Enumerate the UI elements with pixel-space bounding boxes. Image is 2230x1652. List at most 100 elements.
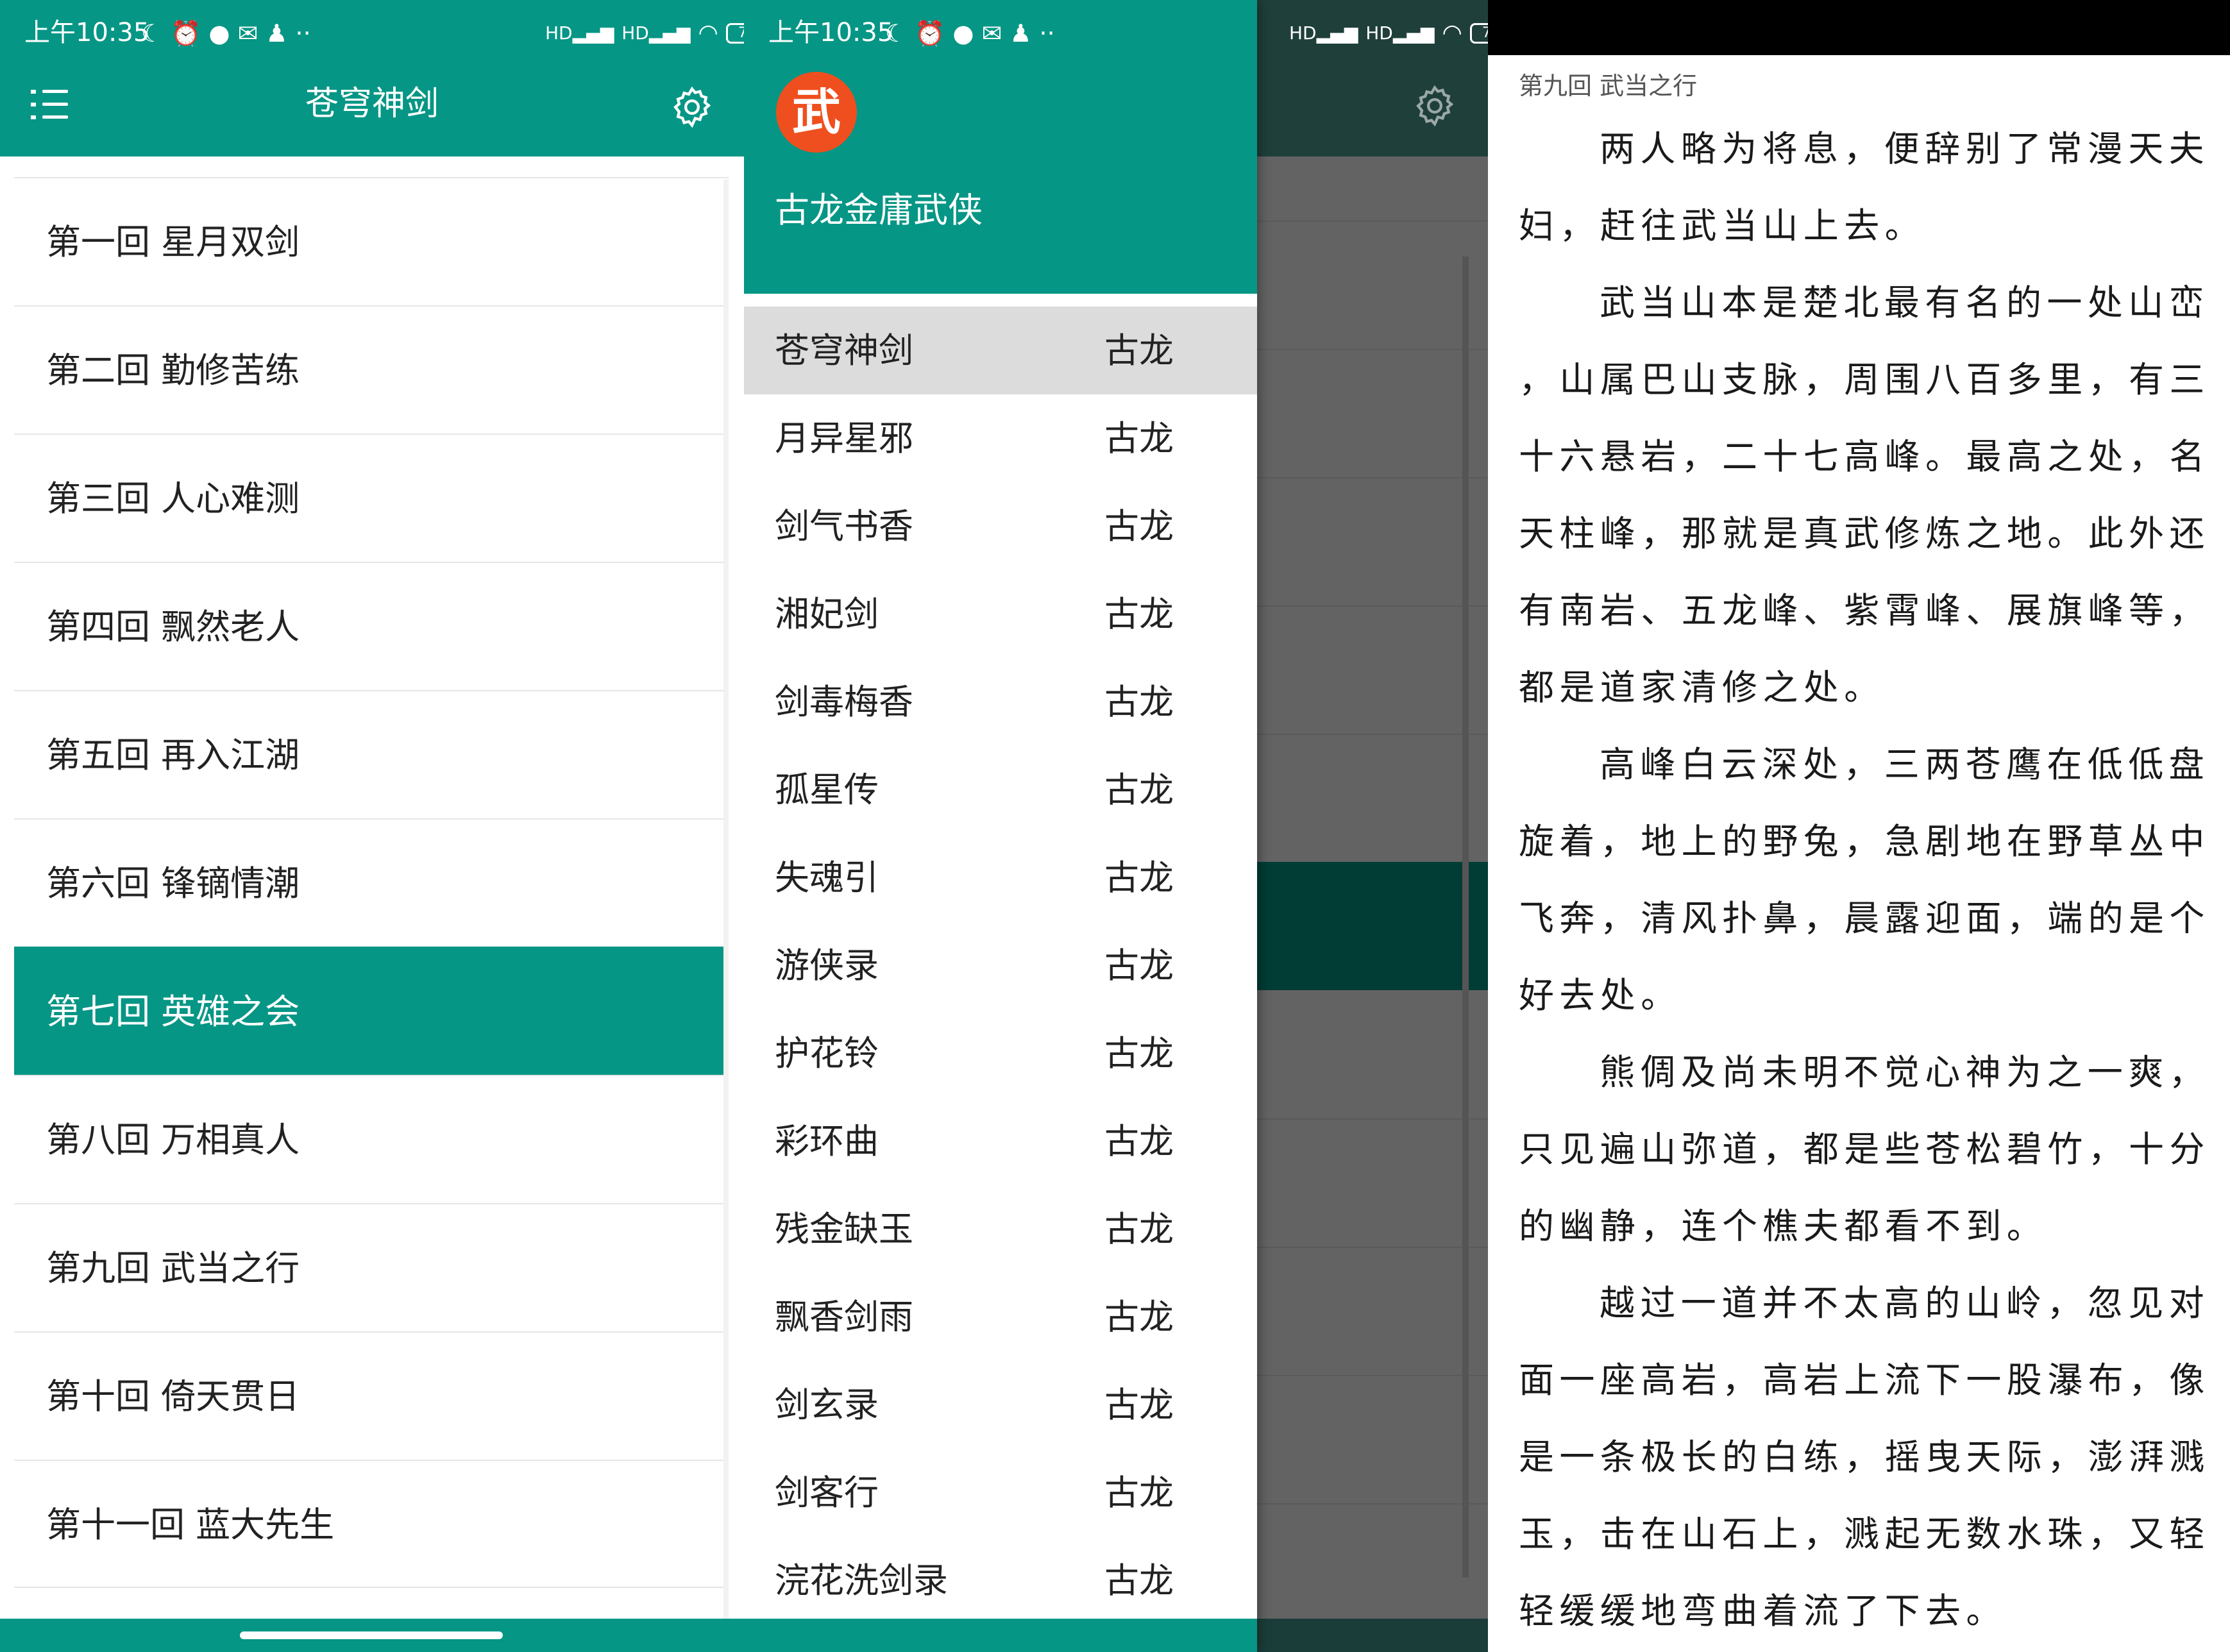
chapter-label: 第十回 倚天贯日 — [46, 1376, 300, 1417]
settings-gear-icon[interactable] — [668, 83, 716, 131]
signal-label: HD — [621, 22, 649, 44]
drawer-category-title: 古龙金庸武侠 — [775, 190, 983, 230]
chapter-item[interactable]: 第一回 星月双剑 — [14, 177, 729, 305]
signal-icon-2: HD▂▄▆ — [1365, 22, 1435, 44]
chapter-label: 第四回 飘然老人 — [46, 607, 300, 647]
signal-icon-1: HD▂▄▆ — [1289, 22, 1358, 44]
book-author: 古龙 — [1104, 770, 1174, 810]
chapter-label: 第十一回 蓝大先生 — [46, 1504, 335, 1545]
chapter-item[interactable]: 第十一回 蓝大先生 — [14, 1460, 729, 1588]
book-title: 剑毒梅香 — [775, 682, 913, 722]
text-line: 高峰白云深处，三两苍鹰在低低盘 — [1600, 744, 2210, 785]
book-item[interactable]: 浣花洗剑录 古龙 — [744, 1537, 1257, 1624]
chapter-label: 第一回 星月双剑 — [46, 222, 300, 262]
book-title: 剑玄录 — [775, 1385, 879, 1425]
book-author: 古龙 — [1104, 682, 1174, 722]
wifi-icon: ◠ — [1442, 20, 1462, 46]
book-title: 剑客行 — [775, 1472, 879, 1513]
chapter-label: 第二回 勤修苦练 — [46, 350, 300, 391]
book-item[interactable]: 游侠录 古龙 — [744, 922, 1257, 1009]
signal-icon-2: HD▂▄▆ — [621, 22, 691, 44]
book-item-selected[interactable]: 苍穹神剑 古龙 — [744, 307, 1257, 394]
moon-icon: ☾ — [141, 19, 164, 47]
text-line: 十六悬岩，二十七高峰。最高之处，名 — [1519, 436, 2210, 477]
home-indicator[interactable] — [240, 1631, 503, 1639]
book-item[interactable]: 失魂引 古龙 — [744, 834, 1257, 922]
book-title: 游侠录 — [775, 945, 879, 986]
text-line: 越过一道并不太高的山岭，忽见对 — [1600, 1283, 2210, 1324]
text-line: 面一座高岩，高岩上流下一股瀑布，像 — [1519, 1360, 2210, 1401]
book-item[interactable]: 月异星邪 古龙 — [744, 394, 1257, 482]
signal-label: HD — [1289, 22, 1317, 44]
book-author: 古龙 — [1104, 1209, 1174, 1249]
chapter-list-screen: 上午10:35 ☾ ⏰ ● ✉ ♟ ·· HD▂▄▆ HD▂▄▆ ◠ 72 苍穹… — [0, 0, 744, 1652]
text-line: 熊倜及尚未明不觉心神为之一爽， — [1600, 1052, 2210, 1093]
chapter-item-selected[interactable]: 第七回 英雄之会 — [14, 947, 729, 1075]
scrollbar — [1462, 257, 1469, 1578]
text-line: 都是道家清修之处。 — [1519, 667, 1885, 708]
chapter-item[interactable]: 第九回 武当之行 — [14, 1203, 729, 1331]
signal-label: HD — [1365, 22, 1393, 44]
book-item[interactable]: 剑毒梅香 古龙 — [744, 658, 1257, 746]
text-line: 的幽静，连个樵夫都看不到。 — [1519, 1206, 2048, 1247]
chapter-item[interactable]: 第八回 万相真人 — [14, 1075, 729, 1203]
book-title: 护花铃 — [775, 1033, 879, 1074]
alarm-icon: ⏰ — [171, 19, 201, 47]
book-item[interactable]: 剑气书香 古龙 — [744, 482, 1257, 570]
status-time: 上午10:35 — [768, 18, 894, 47]
chapter-label: 第三回 人心难测 — [46, 478, 300, 519]
reading-text[interactable]: 两人略为将息，便辞别了常漫天夫 妇，赶往武当山上去。 武当山本是楚北最有名的一处… — [1519, 122, 2211, 1652]
chapter-list: 第一回 星月双剑 第二回 勤修苦练 第三回 人心难测 第四回 飘然老人 第五回 … — [14, 177, 729, 1588]
book-item[interactable]: 剑客行 古龙 — [744, 1449, 1257, 1537]
book-title: 彩环曲 — [775, 1121, 879, 1161]
book-author: 古龙 — [1104, 594, 1174, 634]
dot-icon: ● — [952, 19, 974, 47]
text-line: 有南岩、五龙峰、紫霄峰、展旗峰等， — [1519, 590, 2210, 631]
chapter-label: 第八回 万相真人 — [46, 1120, 300, 1160]
navigation-drawer: 上午10:35 ☾ ⏰ ● ✉ ♟ ·· 武 古龙金庸武侠 苍穹神剑 古龙 月异星… — [744, 0, 1257, 1652]
book-item[interactable]: 剑玄录 古龙 — [744, 1361, 1257, 1449]
scrollbar[interactable] — [723, 180, 729, 1652]
settings-gear-icon — [1411, 82, 1458, 130]
book-title: 孤星传 — [775, 770, 879, 810]
chapter-item[interactable]: 第四回 飘然老人 — [14, 562, 729, 690]
book-author: 古龙 — [1104, 1385, 1174, 1425]
text-line: 两人略为将息，便辞别了常漫天夫 — [1600, 128, 2210, 169]
dot-icon: ● — [208, 19, 230, 47]
book-item[interactable]: 孤星传 古龙 — [744, 746, 1257, 834]
chapter-item[interactable]: 第五回 再入江湖 — [14, 690, 729, 818]
book-item[interactable]: 护花铃 古龙 — [744, 1009, 1257, 1097]
app-title: 苍穹神剑 — [305, 85, 439, 123]
book-author: 古龙 — [1104, 945, 1174, 986]
text-line: 是一条极长的白练，摇曳天际，澎湃溅 — [1519, 1437, 2210, 1478]
qq-icon: ♟ — [266, 19, 288, 47]
book-item[interactable]: 残金缺玉 古龙 — [744, 1185, 1257, 1273]
book-item[interactable]: 飘香剑雨 古龙 — [744, 1273, 1257, 1361]
more-icon: ·· — [295, 19, 311, 47]
reader-screen: 第九回 武当之行 两人略为将息，便辞别了常漫天夫 妇，赶往武当山上去。 武当山本… — [1488, 0, 2230, 1652]
text-line: 好去处。 — [1519, 975, 1682, 1016]
book-item[interactable]: 彩环曲 古龙 — [744, 1097, 1257, 1185]
app-bar: 上午10:35 ☾ ⏰ ● ✉ ♟ ·· HD▂▄▆ HD▂▄▆ ◠ 72 苍穹… — [0, 0, 744, 156]
chapter-item[interactable]: 第六回 锋镝情潮 — [14, 818, 729, 947]
wechat-icon: ✉ — [981, 19, 1002, 47]
chapter-item[interactable]: 第三回 人心难测 — [14, 434, 729, 562]
text-line: 只见遍山弥道，都是些苍松碧竹，十分 — [1519, 1129, 2210, 1170]
wifi-icon: ◠ — [698, 20, 718, 46]
text-line: 天柱峰，那就是真武修炼之地。此外还 — [1519, 513, 2210, 554]
chapter-label: 第七回 英雄之会 — [46, 991, 300, 1032]
book-list: 苍穹神剑 古龙 月异星邪 古龙 剑气书香 古龙 湘妃剑 古龙 剑毒梅香 古龙 孤星传 古龙 … — [744, 307, 1257, 1624]
text-line: 轻缓缓地弯曲着流了下去。 — [1519, 1590, 2007, 1631]
text-line: 玉，击在山石上，溅起无数水珠，又轻 — [1519, 1513, 2210, 1555]
book-item[interactable]: 湘妃剑 古龙 — [744, 570, 1257, 658]
chapter-label: 第六回 锋镝情潮 — [46, 863, 300, 904]
qq-icon: ♟ — [1009, 19, 1032, 47]
book-author: 古龙 — [1104, 1121, 1174, 1161]
battery-icon: 72 — [725, 23, 744, 44]
wechat-icon: ✉ — [237, 19, 258, 47]
moon-icon: ☾ — [885, 19, 908, 47]
chapter-item[interactable]: 第十回 倚天贯日 — [14, 1331, 729, 1460]
chapter-item[interactable]: 第二回 勤修苦练 — [14, 305, 729, 434]
nav-bar — [744, 1619, 1257, 1652]
battery-icon: 72 — [1469, 23, 1488, 44]
